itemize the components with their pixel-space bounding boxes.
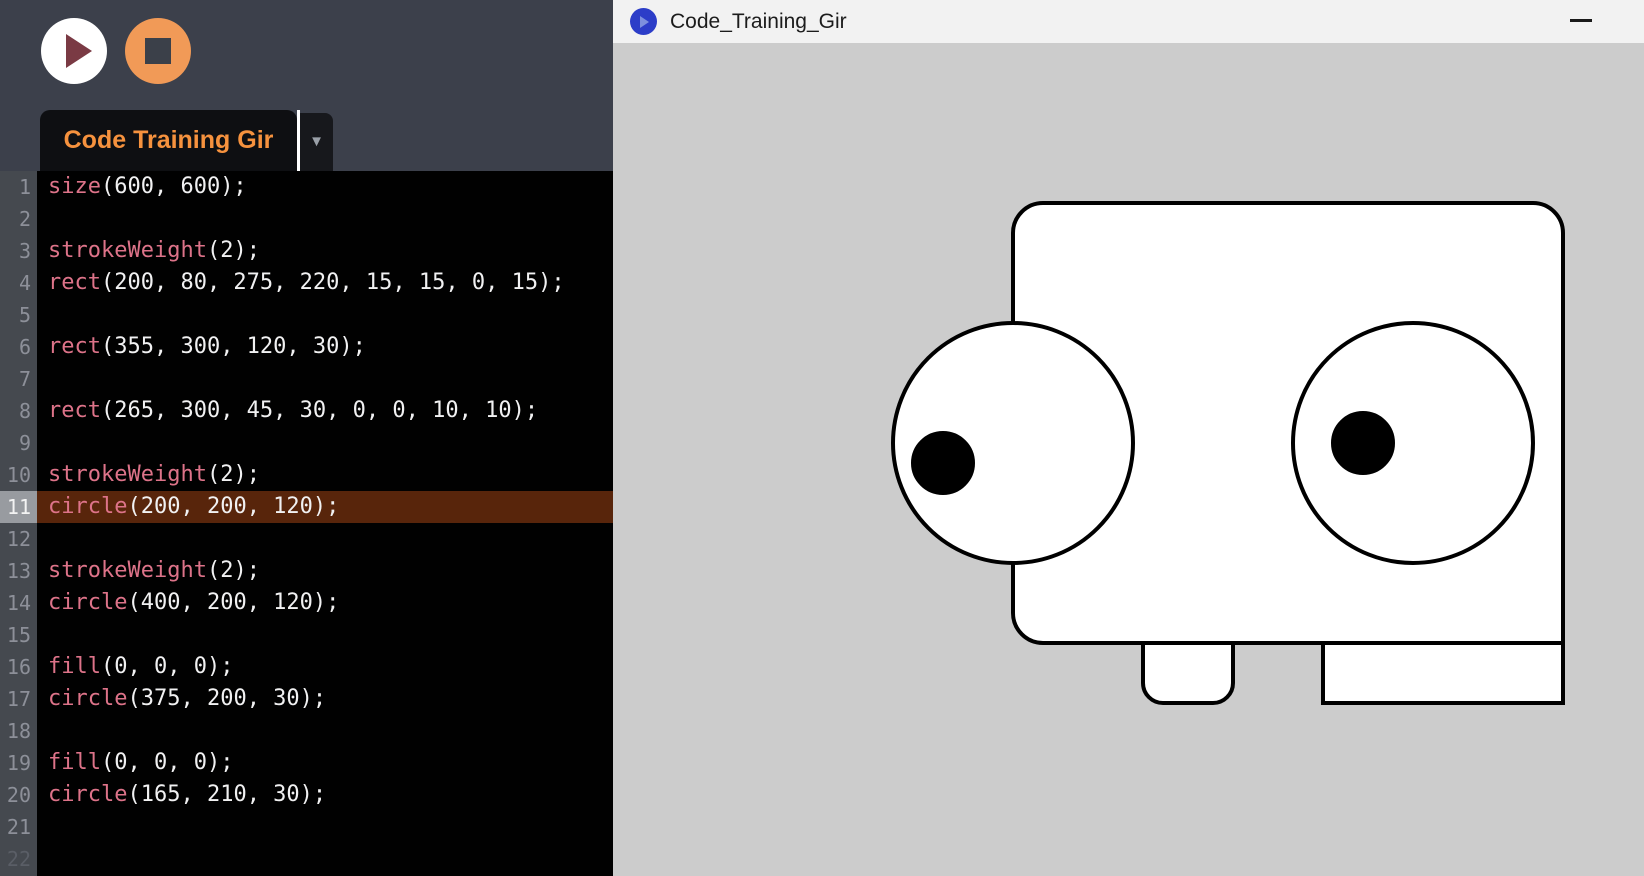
- code-text: circle(165, 210, 30);: [37, 779, 326, 811]
- code-text: [37, 427, 48, 459]
- line-number: 11: [0, 491, 37, 523]
- line-number: 12: [0, 523, 37, 555]
- ide-pane: Code Training Gir ▼ 1size(600, 600);23st…: [0, 0, 613, 876]
- line-number: 9: [0, 427, 37, 459]
- editor-lines: 1size(600, 600);23strokeWeight(2);4rect(…: [0, 171, 613, 875]
- code-line-22[interactable]: 22: [0, 843, 613, 875]
- code-text: circle(375, 200, 30);: [37, 683, 326, 715]
- line-number: 21: [0, 811, 37, 843]
- sketch-canvas: [613, 43, 1644, 876]
- line-number: 19: [0, 747, 37, 779]
- play-icon: [66, 34, 92, 68]
- minimize-icon: [1570, 19, 1592, 22]
- code-line-20[interactable]: 20circle(165, 210, 30);: [0, 779, 613, 811]
- line-number: 7: [0, 363, 37, 395]
- code-text: rect(355, 300, 120, 30);: [37, 331, 366, 363]
- line-number: 4: [0, 267, 37, 299]
- run-button[interactable]: [41, 18, 107, 84]
- code-line-19[interactable]: 19fill(0, 0, 0);: [0, 747, 613, 779]
- line-number: 8: [0, 395, 37, 427]
- code-line-14[interactable]: 14circle(400, 200, 120);: [0, 587, 613, 619]
- code-line-6[interactable]: 6rect(355, 300, 120, 30);: [0, 331, 613, 363]
- line-number: 15: [0, 619, 37, 651]
- line-number: 20: [0, 779, 37, 811]
- line-number: 13: [0, 555, 37, 587]
- code-line-3[interactable]: 3strokeWeight(2);: [0, 235, 613, 267]
- code-text: circle(400, 200, 120);: [37, 587, 339, 619]
- code-line-12[interactable]: 12: [0, 523, 613, 555]
- code-line-15[interactable]: 15: [0, 619, 613, 651]
- code-line-10[interactable]: 10strokeWeight(2);: [0, 459, 613, 491]
- code-line-16[interactable]: 16fill(0, 0, 0);: [0, 651, 613, 683]
- line-number: 2: [0, 203, 37, 235]
- sketch-window-title: Code_Training_Gir: [670, 10, 847, 34]
- line-number: 6: [0, 331, 37, 363]
- line-number: 14: [0, 587, 37, 619]
- code-line-9[interactable]: 9: [0, 427, 613, 459]
- code-line-5[interactable]: 5: [0, 299, 613, 331]
- code-line-2[interactable]: 2: [0, 203, 613, 235]
- line-number: 1: [0, 171, 37, 203]
- stop-icon: [145, 38, 171, 64]
- code-line-21[interactable]: 21: [0, 811, 613, 843]
- stop-button[interactable]: [125, 18, 191, 84]
- code-text: [37, 363, 48, 395]
- code-line-18[interactable]: 18: [0, 715, 613, 747]
- code-line-1[interactable]: 1size(600, 600);: [0, 171, 613, 203]
- tab-code-training-gir[interactable]: Code Training Gir: [40, 110, 297, 171]
- code-text: strokeWeight(2);: [37, 459, 260, 491]
- line-number: 5: [0, 299, 37, 331]
- code-text: [37, 843, 48, 875]
- chevron-down-icon: ▼: [309, 133, 324, 150]
- code-text: [37, 811, 48, 843]
- code-line-4[interactable]: 4rect(200, 80, 275, 220, 15, 15, 0, 15);: [0, 267, 613, 299]
- code-text: strokeWeight(2);: [37, 555, 260, 587]
- line-number: 3: [0, 235, 37, 267]
- code-text: [37, 715, 48, 747]
- processing-sketch-icon: [630, 8, 657, 35]
- ide-toolbar: Code Training Gir ▼: [0, 0, 613, 171]
- line-number: 10: [0, 459, 37, 491]
- code-text: circle(200, 200, 120);: [37, 491, 339, 523]
- code-line-11[interactable]: 11circle(200, 200, 120);: [0, 491, 613, 523]
- sketch-window: Code_Training_Gir: [613, 0, 1644, 876]
- code-line-7[interactable]: 7: [0, 363, 613, 395]
- code-text: [37, 299, 48, 331]
- code-text: rect(265, 300, 45, 30, 0, 0, 10, 10);: [37, 395, 538, 427]
- app-window: Code Training Gir ▼ 1size(600, 600);23st…: [0, 0, 1644, 876]
- code-line-8[interactable]: 8rect(265, 300, 45, 30, 0, 0, 10, 10);: [0, 395, 613, 427]
- code-text: [37, 523, 48, 555]
- code-text: fill(0, 0, 0);: [37, 747, 233, 779]
- line-number: 16: [0, 651, 37, 683]
- code-line-17[interactable]: 17circle(375, 200, 30);: [0, 683, 613, 715]
- sketch-drawing: [613, 43, 1644, 876]
- code-text: fill(0, 0, 0);: [37, 651, 233, 683]
- code-text: rect(200, 80, 275, 220, 15, 15, 0, 15);: [37, 267, 565, 299]
- tab-dropdown-button[interactable]: ▼: [300, 113, 333, 171]
- minimize-button[interactable]: [1557, 4, 1605, 36]
- code-editor[interactable]: 1size(600, 600);23strokeWeight(2);4rect(…: [0, 171, 613, 876]
- code-text: size(600, 600);: [37, 171, 247, 203]
- code-text: [37, 619, 48, 651]
- line-number: 18: [0, 715, 37, 747]
- code-text: strokeWeight(2);: [37, 235, 260, 267]
- code-line-13[interactable]: 13strokeWeight(2);: [0, 555, 613, 587]
- code-text: [37, 203, 48, 235]
- line-number: 17: [0, 683, 37, 715]
- line-number: 22: [0, 843, 37, 875]
- play-icon: [640, 16, 649, 28]
- sketch-titlebar[interactable]: Code_Training_Gir: [613, 0, 1644, 43]
